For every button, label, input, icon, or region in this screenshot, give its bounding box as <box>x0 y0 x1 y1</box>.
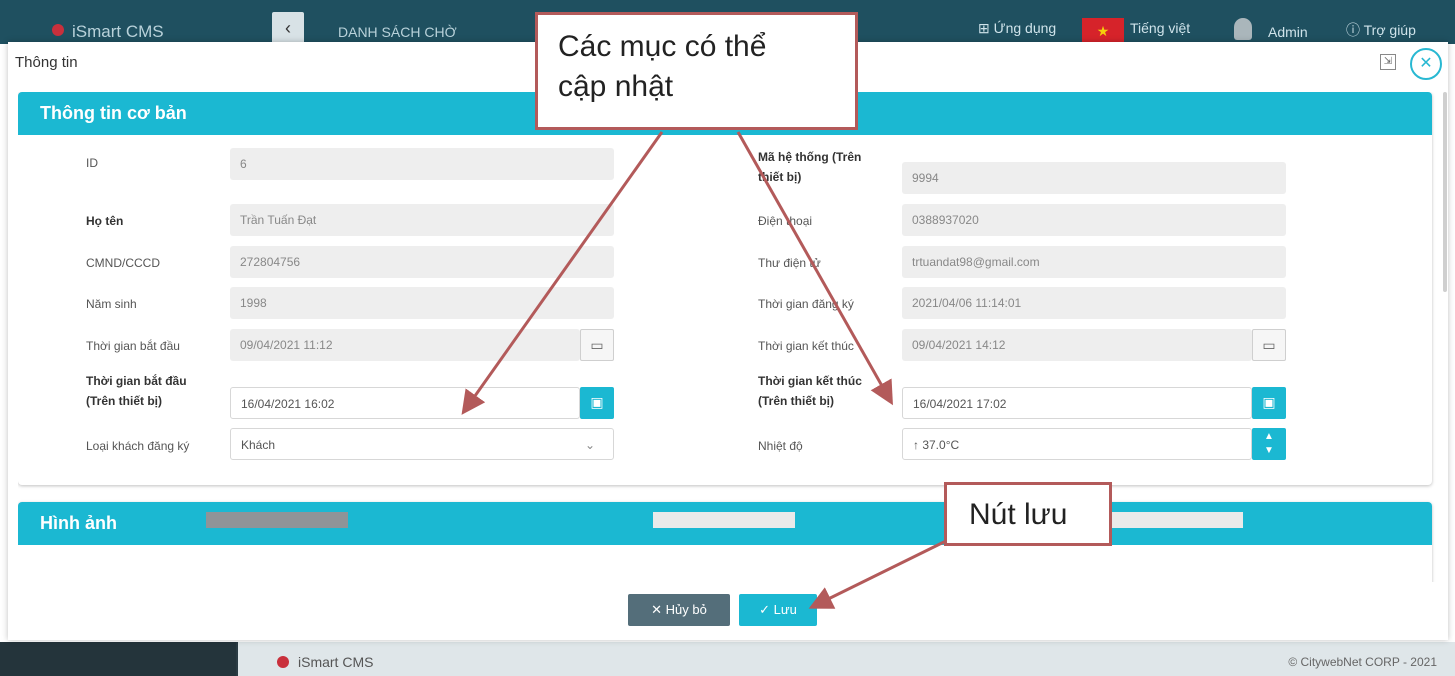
editable-callout: Các mục có thể cập nhật <box>535 12 858 130</box>
editable-callout-line-1: Các mục có thể <box>558 30 767 63</box>
editable-callout-line-2: cập nhật <box>558 70 674 103</box>
arrow-left <box>461 131 664 415</box>
arrow-right <box>736 131 893 406</box>
arrow-save <box>808 538 949 609</box>
save-callout: Nút lưu <box>944 482 1112 546</box>
